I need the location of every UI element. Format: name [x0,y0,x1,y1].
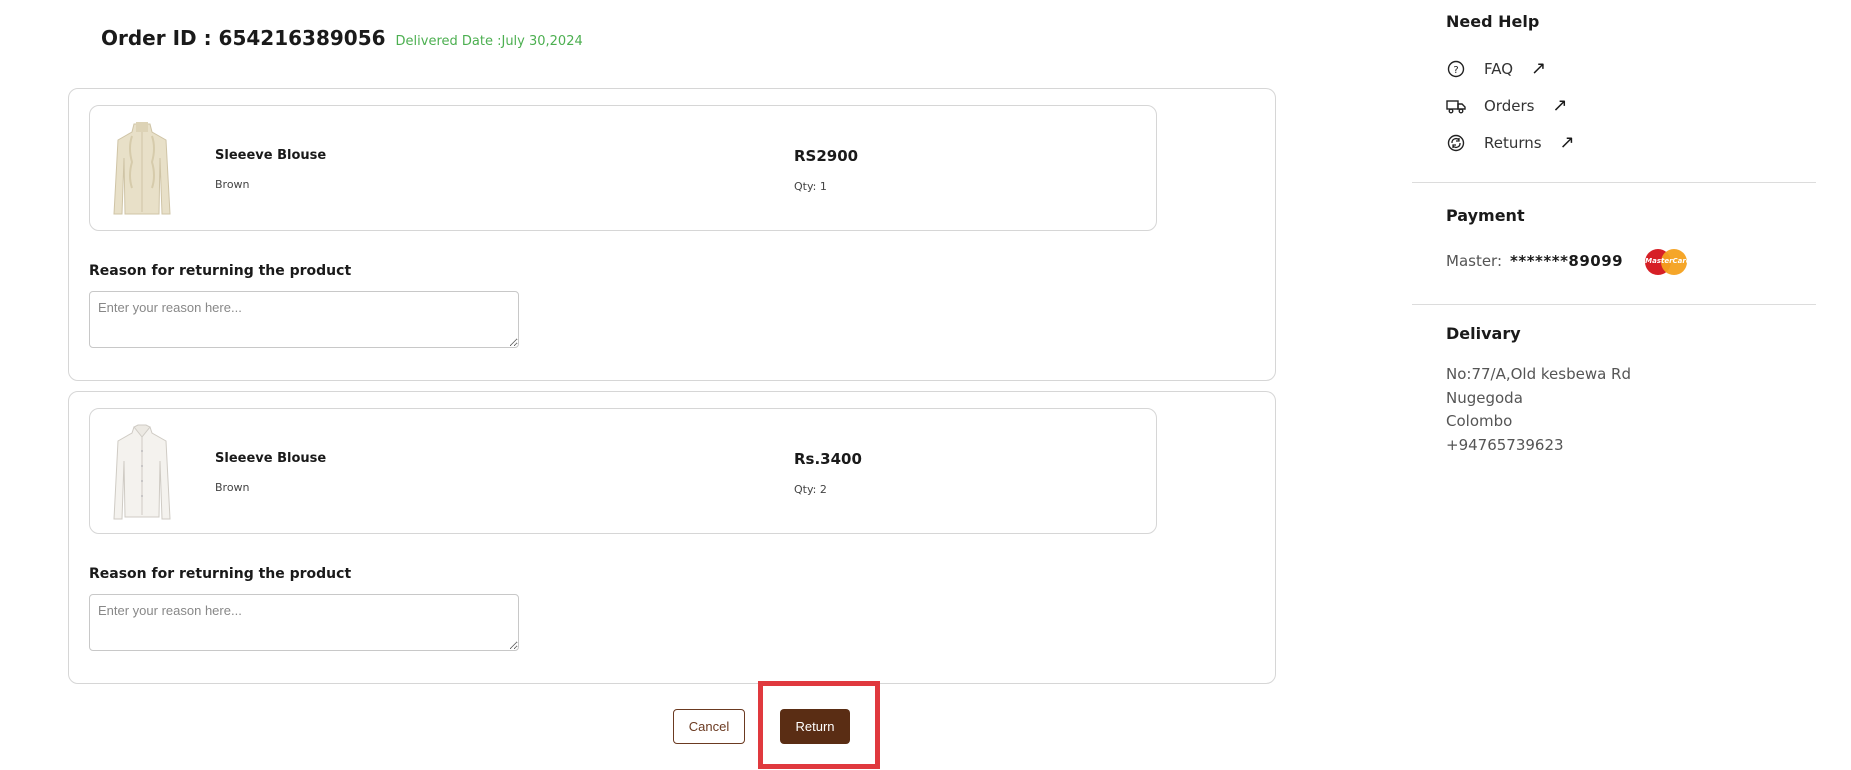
help-title: Need Help [1446,12,1540,31]
svg-text:?: ? [1453,65,1458,76]
product-qty: Qty: 1 [794,180,827,193]
delivered-date: Delivered Date :July 30,2024 [395,34,583,49]
product-color: Brown [215,481,250,494]
product-color: Brown [215,178,250,191]
order-id: Order ID : 654216389056 [101,26,386,50]
blouse-white-icon [113,424,171,520]
order-header: Order ID : 654216389056 Delivered Date :… [101,26,583,50]
help-link-faq[interactable]: ? FAQ ↗ [1446,58,1546,79]
address-line: Nugegoda [1446,389,1523,407]
address-line: No:77/A,Old kesbewa Rd [1446,365,1632,383]
cancel-button[interactable]: Cancel [673,709,745,744]
payment-method-label: Master: [1446,252,1503,270]
blouse-beige-icon [113,122,171,215]
product-price: RS2900 [794,147,859,165]
help-link-label: FAQ [1484,59,1514,78]
product-summary: Sleeeve Blouse Brown Rs.3400 Qty: 2 [89,408,1157,534]
divider [1412,182,1816,183]
reason-input[interactable] [89,594,519,651]
product-name: Sleeeve Blouse [215,451,327,466]
reason-label: Reason for returning the product [89,263,352,279]
delivery-title: Delivary [1446,324,1521,343]
truck-icon [1446,96,1466,116]
payment-row: Master: *******89099 MasterCard [1446,247,1691,275]
payment-title: Payment [1446,206,1525,225]
product-price: Rs.3400 [794,450,862,468]
product-qty: Qty: 2 [794,483,827,496]
help-link-label: Returns [1484,133,1542,152]
return-item-card: Sleeeve Blouse Brown Rs.3400 Qty: 2 Reas… [68,391,1276,684]
return-icon [1446,133,1466,153]
masked-card-number: *******89099 [1510,252,1624,270]
divider [1412,304,1816,305]
reason-label: Reason for returning the product [89,566,352,582]
help-link-orders[interactable]: Orders ↗ [1446,95,1568,116]
product-summary: Sleeeve Blouse Brown RS2900 Qty: 1 [89,105,1157,231]
reason-input[interactable] [89,291,519,348]
help-link-returns[interactable]: Returns ↗ [1446,132,1575,153]
arrow-up-right-icon: ↗ [1552,95,1568,116]
address-line: Colombo [1446,412,1513,430]
mastercard-icon: MasterCard [1645,247,1691,275]
product-name: Sleeeve Blouse [215,148,327,163]
return-item-card: Sleeeve Blouse Brown RS2900 Qty: 1 Reaso… [68,88,1276,381]
arrow-up-right-icon: ↗ [1559,132,1575,153]
arrow-up-right-icon: ↗ [1531,58,1547,79]
help-link-label: Orders [1484,96,1535,115]
address-line: +94765739623 [1446,436,1564,454]
return-button[interactable]: Return [780,709,850,744]
question-circle-icon: ? [1446,59,1466,79]
